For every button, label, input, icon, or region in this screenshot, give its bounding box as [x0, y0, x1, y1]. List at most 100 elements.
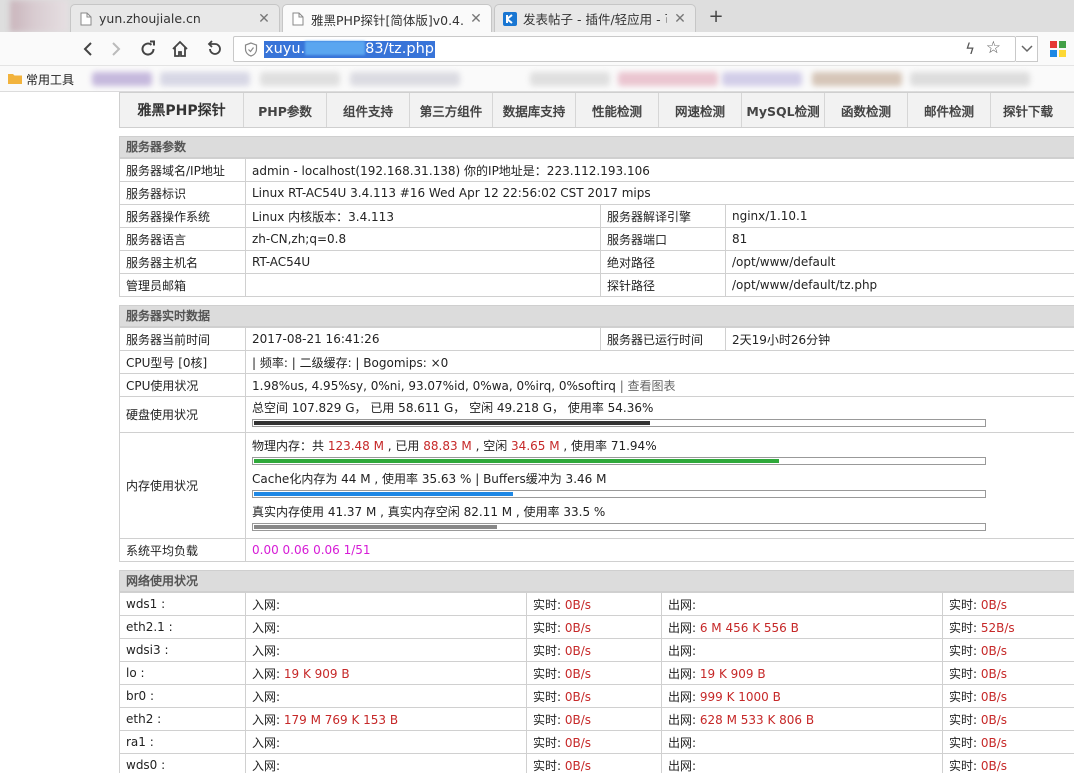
net-in-rt: 实时: 0B/s	[526, 707, 662, 731]
row-label: CPU型号 [0核]	[119, 350, 246, 374]
table-row: 管理员邮箱 探针路径 /opt/www/default/tz.php	[119, 273, 1074, 297]
close-icon[interactable]: ✕	[257, 11, 271, 27]
mem-total: 123.48 M	[327, 439, 384, 453]
table-row: 内存使用状况 物理内存：共 123.48 M , 已用 88.83 M , 空闲…	[119, 432, 1074, 539]
nav-mysql[interactable]: MySQL检测	[742, 93, 825, 127]
row-value: /opt/www/default/tz.php	[724, 273, 1074, 297]
close-icon[interactable]: ✕	[673, 11, 687, 27]
net-in: 入网:	[245, 615, 527, 639]
net-out-label: 出网:	[668, 597, 697, 612]
undo-close-button[interactable]	[202, 37, 226, 61]
lightning-icon[interactable]: ϟ	[965, 40, 975, 58]
net-out-value: 999 K 1000 B	[699, 689, 781, 704]
net-out-label: 出网:	[668, 689, 700, 704]
net-in-rt-value: 0B/s	[564, 597, 592, 612]
nav-php-params[interactable]: PHP参数	[244, 93, 327, 127]
forward-button[interactable]	[104, 37, 128, 61]
bookmark-item[interactable]	[530, 72, 610, 86]
brand-title[interactable]: 雅黑PHP探针	[120, 93, 244, 127]
mem-prefix: 物理内存：共	[252, 439, 328, 453]
reload-button[interactable]	[136, 37, 160, 61]
nav-download[interactable]: 探针下载	[991, 93, 1065, 127]
bookmark-item[interactable]	[160, 72, 250, 86]
apps-icon[interactable]	[1050, 41, 1066, 57]
bookmark-item[interactable]	[910, 72, 1030, 86]
net-in-rt-value: 0B/s	[564, 666, 592, 681]
row-value: 2天19小时26分钟	[725, 327, 1074, 351]
rt-label: 实时:	[949, 758, 981, 773]
profile-avatar[interactable]	[10, 0, 68, 32]
iface-name: br0 :	[119, 684, 246, 708]
chevron-down-icon[interactable]	[1016, 36, 1038, 62]
server-params-section: 服务器参数 服务器域名/IP地址 admin - localhost(192.1…	[119, 136, 1074, 297]
nav-functions[interactable]: 函数检测	[825, 93, 908, 127]
row-label: 硬盘使用状况	[119, 396, 246, 433]
cache-memory-fill	[254, 492, 513, 496]
tab-forum-post[interactable]: 发表帖子 - 插件/轻应用 - 可 ✕	[494, 4, 696, 32]
bookmark-item[interactable]	[722, 72, 802, 86]
net-in-label: 入网:	[252, 735, 281, 750]
page-icon	[291, 12, 305, 26]
table-row: wds1 : 入网: 实时: 0B/s 出网: 实时: 0B/s	[119, 592, 1074, 616]
section-title: 网络使用状况	[119, 570, 1074, 592]
cpu-chart-link[interactable]: | 查看图表	[620, 379, 676, 393]
url-text[interactable]: xuyu. 83/tz.php	[264, 41, 435, 58]
net-in-label: 入网:	[252, 666, 284, 681]
star-icon[interactable]: ☆	[986, 38, 1001, 58]
row-label: 服务器域名/IP地址	[119, 158, 246, 182]
row-value: /opt/www/default	[724, 250, 1074, 274]
net-in: 入网:	[245, 753, 527, 773]
bookmark-item[interactable]	[92, 72, 152, 86]
net-in-rt-value: 0B/s	[564, 735, 592, 750]
table-row: br0 : 入网: 实时: 0B/s 出网: 999 K 1000 B 实时: 0B/…	[119, 684, 1074, 708]
row-label: 服务器操作系统	[119, 204, 246, 228]
net-in-rt: 实时: 0B/s	[526, 730, 662, 754]
nav-mail[interactable]: 邮件检测	[908, 93, 991, 127]
home-button[interactable]	[168, 37, 192, 61]
iface-name: wds0 :	[119, 753, 246, 773]
net-in-rt-value: 0B/s	[564, 643, 592, 658]
bookmark-item[interactable]	[350, 72, 460, 86]
nav-database[interactable]: 数据库支持	[493, 93, 576, 127]
nav-performance[interactable]: 性能检测	[576, 93, 659, 127]
back-button[interactable]	[76, 37, 100, 61]
top-nav: 雅黑PHP探针 PHP参数 组件支持 第三方组件 数据库支持 性能检测 网速检测…	[119, 92, 1074, 128]
nav-speed[interactable]: 网速检测	[659, 93, 742, 127]
net-in-value: 179 M 769 K 153 B	[283, 712, 399, 727]
shield-icon[interactable]	[244, 42, 258, 57]
row-value: 1.98%us, 4.95%sy, 0%ni, 93.07%id, 0%wa, …	[245, 373, 1074, 397]
address-bar[interactable]: xuyu. 83/tz.php ϟ ☆	[233, 36, 1016, 62]
new-tab-button[interactable]: +	[706, 6, 726, 27]
net-out-rt-value: 0B/s	[980, 643, 1008, 658]
bookmark-item[interactable]	[618, 72, 718, 86]
table-row: 服务器主机名 RT-AC54U 绝对路径 /opt/www/default	[119, 250, 1074, 274]
row-label: CPU使用状况	[119, 373, 246, 397]
net-out-rt: 实时: 0B/s	[942, 592, 1074, 616]
url-host: xuyu.	[265, 41, 306, 57]
net-in-label: 入网:	[252, 597, 281, 612]
row-label: 探针路径	[600, 273, 726, 297]
bookmark-item[interactable]	[260, 72, 340, 86]
table-row: 服务器域名/IP地址 admin - localhost(192.168.31.…	[119, 158, 1074, 182]
tab-probe[interactable]: 雅黑PHP探针[简体版]v0.4.7 ✕	[282, 4, 492, 33]
row-value	[245, 273, 601, 297]
table-row: 服务器标识 Linux RT-AC54U 3.4.113 #16 Wed Apr…	[119, 181, 1074, 205]
close-icon[interactable]: ✕	[469, 11, 483, 27]
nav-third-party[interactable]: 第三方组件	[410, 93, 493, 127]
net-in-value: 19 K 909 B	[283, 666, 350, 681]
url-path: 83/tz.php	[365, 41, 434, 57]
net-out-rt-value: 0B/s	[980, 735, 1008, 750]
row-value: Linux RT-AC54U 3.4.113 #16 Wed Apr 12 22…	[244, 181, 1074, 205]
tab-yun-zhoujiale[interactable]: yun.zhoujiale.cn ✕	[70, 4, 280, 32]
table-row: CPU型号 [0核] | 频率: | 二级缓存: | Bogomips: ×0	[119, 350, 1074, 374]
row-value: RT-AC54U	[245, 250, 601, 274]
row-value: 81	[724, 227, 1074, 251]
rt-label: 实时:	[949, 666, 981, 681]
row-label: 服务器主机名	[119, 250, 246, 274]
rt-label: 实时:	[533, 666, 565, 681]
bookmark-folder[interactable]: 常用工具	[8, 71, 74, 88]
nav-components[interactable]: 组件支持	[327, 93, 410, 127]
bookmark-item[interactable]	[812, 72, 902, 86]
net-out: 出网: 628 M 533 K 806 B	[661, 707, 943, 731]
row-value: 2017-08-21 16:41:26	[245, 327, 601, 351]
